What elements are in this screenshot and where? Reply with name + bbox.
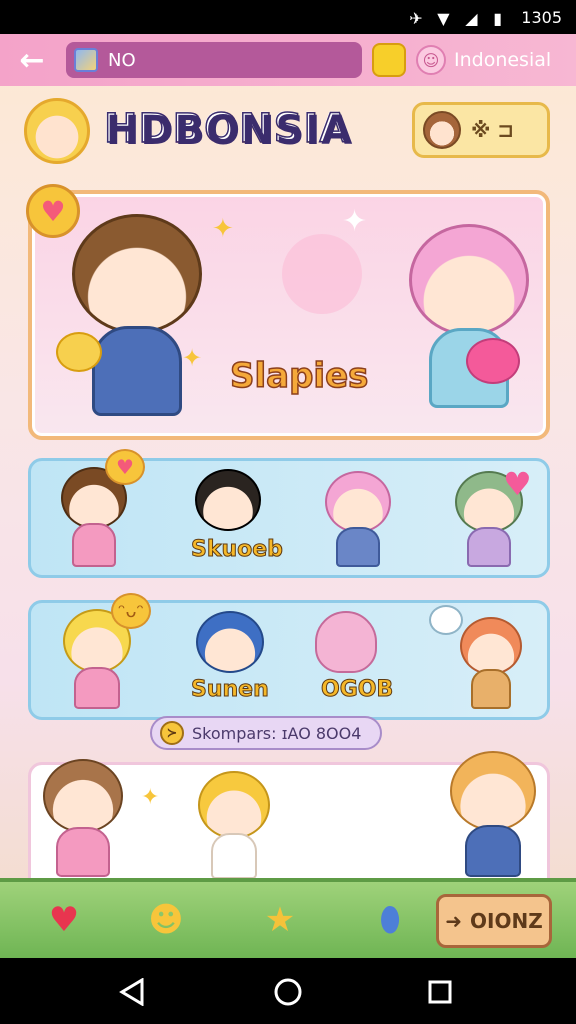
battery-icon: ▮ <box>493 9 503 28</box>
ice-cream-icon <box>315 611 377 673</box>
nav-back-icon[interactable] <box>118 978 146 1006</box>
hearts-gift-icon[interactable]: ♥ <box>34 892 94 948</box>
no-sim-icon: ✈ <box>409 9 423 28</box>
arrow-right-icon: ➜ <box>445 909 463 933</box>
mascot-logo-icon <box>24 98 90 164</box>
info-tag[interactable]: ≻ Skompars: ɪAO 8OO4 <box>150 716 382 750</box>
app-screen: ← NO ☺ Indonesial HDBONSIA ※ ⊐ ♥ ✦ ✦ ✦ S… <box>0 34 576 958</box>
speech-bubble-icon <box>429 605 463 635</box>
featured-title: Slapies <box>229 355 369 397</box>
profile-button[interactable]: ※ ⊐ <box>412 102 550 158</box>
chibi-character <box>191 771 277 881</box>
thumbnail-icon <box>74 48 98 72</box>
language-selector[interactable]: ☺ Indonesial <box>416 45 551 75</box>
go-label: OIONZ <box>470 909 543 933</box>
app-title: HDBONSIA <box>103 105 352 153</box>
status-time: 1305 <box>521 7 562 27</box>
back-button[interactable]: ← <box>10 38 54 82</box>
profile-text: ※ ⊐ <box>471 118 515 142</box>
heart-icon: ♥ <box>105 449 145 485</box>
featured-card[interactable]: ♥ ✦ ✦ ✦ <box>26 184 550 440</box>
chibi-character <box>191 611 269 681</box>
search-text: NO <box>108 49 136 71</box>
chibi-character <box>191 469 265 539</box>
header-row: HDBONSIA ※ ⊐ <box>0 92 576 172</box>
sparkle-icon: ✦ <box>212 214 234 244</box>
row-label: Sunen <box>191 677 270 703</box>
heart-icon: ♥ <box>503 465 532 503</box>
wifi-icon: ▼ <box>437 9 450 28</box>
smile-icon: ☺ <box>416 45 446 75</box>
bottom-toolbar: ♥ ☻ ★ ⬮ ➜ OIONZ <box>0 878 576 958</box>
sticker-row-2[interactable]: ᵔᴗᵔ Sunen OGOB <box>28 593 550 720</box>
top-bar: ← NO ☺ Indonesial <box>0 34 576 86</box>
sparkle-icon: ✦ <box>342 204 368 239</box>
chibi-character <box>455 617 527 715</box>
signal-icon: ◢ <box>465 9 478 28</box>
chibi-character <box>443 751 543 881</box>
tag-text: Skompars: ɪAO 8OO4 <box>192 723 362 743</box>
language-label: Indonesial <box>454 49 552 71</box>
chibi-character <box>35 759 131 879</box>
star-card-icon[interactable]: ★ <box>250 892 310 948</box>
arrow-left-icon: ← <box>19 42 45 78</box>
system-nav-bar <box>0 958 576 1024</box>
nav-home-icon[interactable] <box>272 976 304 1008</box>
emoji-bubble-icon: ᵔᴗᵔ <box>111 593 151 629</box>
sparkle-icon: ✦ <box>141 785 160 810</box>
row-label: Skuoeb <box>191 537 284 563</box>
heart-icon: ♥ <box>26 184 80 238</box>
avatar <box>423 111 461 149</box>
go-button[interactable]: ➜ OIONZ <box>436 894 552 948</box>
sticker-row-1[interactable]: ♥ Skuoeb ♥ <box>28 449 550 578</box>
search-field[interactable]: NO <box>66 42 362 78</box>
potion-icon[interactable]: ⬮ <box>360 892 420 948</box>
notification-button[interactable] <box>372 43 406 77</box>
chibi-character-right <box>404 224 534 424</box>
sparkle-icon: ✦ <box>182 344 203 372</box>
status-bar: ✈ ▼ ◢ ▮ 1305 <box>0 0 576 34</box>
nav-recents-icon[interactable] <box>426 978 454 1006</box>
character-bag-icon[interactable]: ☻ <box>136 892 196 948</box>
chibi-character <box>321 471 395 571</box>
tag-icon: ≻ <box>160 721 184 745</box>
row-label: OGOB <box>320 677 394 703</box>
chibi-character-left <box>56 214 212 424</box>
